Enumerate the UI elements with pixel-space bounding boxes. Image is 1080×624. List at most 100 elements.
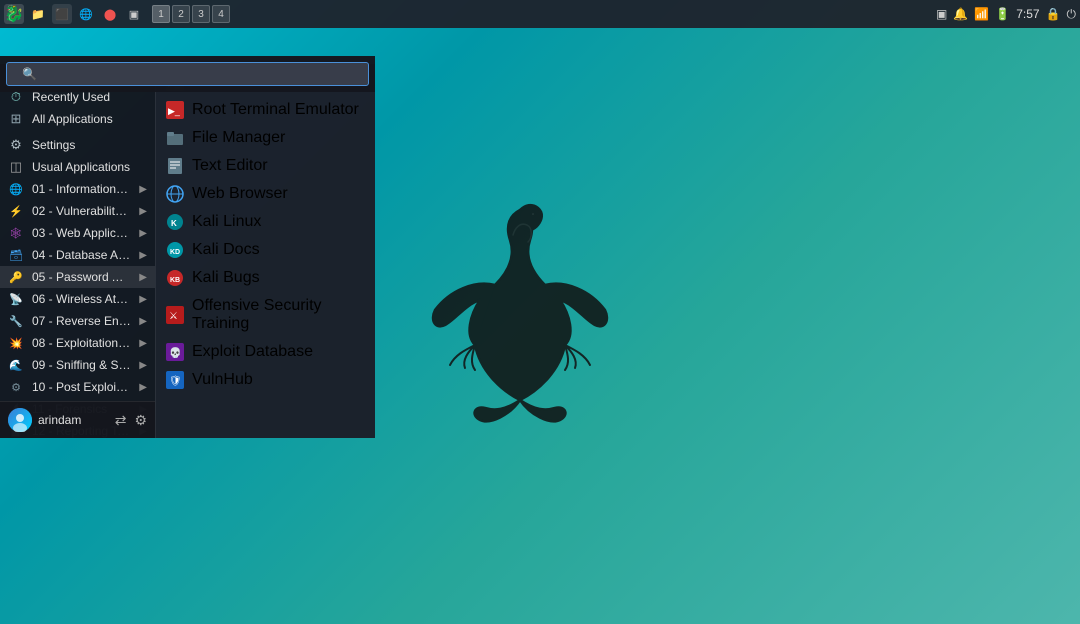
sub-item-offsec-training[interactable]: ⚔ Offensive Security Training (156, 292, 375, 338)
password-label: 05 - Password Attacks (32, 270, 131, 284)
reverse-eng-arrow: ▶ (139, 316, 147, 327)
power-settings-button[interactable]: ⚙ (134, 412, 147, 429)
workspace-3[interactable]: 3 (192, 5, 210, 23)
menu-item-usual-apps[interactable]: ◫ Usual Applications (0, 156, 155, 178)
text-editor-label: Text Editor (192, 157, 268, 175)
bell-taskbar-icon[interactable]: 🔔 (953, 7, 968, 21)
web-browser-label: Web Browser (192, 185, 288, 203)
menu-item-all-applications[interactable]: ⊞ All Applications (0, 108, 155, 130)
svg-text:KD: KD (170, 249, 180, 256)
settings-label: Settings (32, 138, 147, 152)
sub-item-vulnhub[interactable]: 🛡 VulnHub (156, 366, 375, 394)
workspace-switcher: 1 2 3 4 (152, 5, 230, 23)
kali-menu-icon[interactable]: 🐉 (4, 4, 24, 24)
usual-apps-label: Usual Applications (32, 160, 147, 174)
sub-item-file-manager[interactable]: File Manager (156, 124, 375, 152)
menu-footer: arindam ⇄ ⚙ (0, 401, 155, 438)
sub-item-web-browser[interactable]: Web Browser (156, 180, 375, 208)
sub-item-text-editor[interactable]: Text Editor (156, 152, 375, 180)
info-gathering-arrow: ▶ (139, 184, 147, 195)
network-taskbar-icon[interactable]: 📶 (974, 7, 989, 21)
menu-item-wireless[interactable]: 📡 06 - Wireless Attacks ▶ (0, 288, 155, 310)
menu-item-database[interactable]: 🗃 04 - Database Assessment ▶ (0, 244, 155, 266)
display-taskbar-icon[interactable]: ▣ (936, 7, 947, 21)
kali-linux-icon: K (166, 213, 184, 231)
exploit-tools-arrow: ▶ (139, 338, 147, 349)
username-label: arindam (38, 413, 109, 427)
left-panel: ★ Favorites ⏱ Recently Used ⊞ All Applic… (0, 64, 155, 438)
svg-text:⚔: ⚔ (169, 311, 178, 322)
offsec-training-icon: ⚔ (166, 306, 184, 324)
sniffing-label: 09 - Sniffing & Spoofing (32, 358, 131, 372)
usual-apps-icon: ◫ (8, 159, 24, 175)
menu-item-settings[interactable]: ⚙ Settings (0, 134, 155, 156)
wireless-icon: 📡 (8, 291, 24, 307)
info-gathering-label: 01 - Information Gathering (32, 182, 131, 196)
settings-icon: ⚙ (8, 137, 24, 153)
sub-item-root-terminal[interactable]: ▶_ Root Terminal Emulator (156, 96, 375, 124)
web-app-label: 03 - Web Application Analysis (32, 226, 131, 240)
menu-item-password-attacks[interactable]: 🔑 05 - Password Attacks ▶ (0, 266, 155, 288)
switch-user-button[interactable]: ⇄ (115, 412, 127, 429)
footer-actions: ⇄ ⚙ (115, 412, 147, 429)
menu-item-exploit-tools[interactable]: 💥 08 - Exploitation Tools ▶ (0, 332, 155, 354)
taskbar: 🐉 📁 ⬛ 🌐 ⬤ ▣ 1 2 3 4 ▣ 🔔 📶 🔋 7:57 🔒 ⏻ (0, 0, 1080, 28)
menu-item-vuln-analysis[interactable]: ⚡ 02 - Vulnerability Analysis ▶ (0, 200, 155, 222)
web-app-arrow: ▶ (139, 228, 147, 239)
password-icon: 🔑 (8, 269, 24, 285)
kali-docs-label: Kali Docs (192, 241, 260, 259)
vulnhub-label: VulnHub (192, 371, 253, 389)
workspace-4[interactable]: 4 (212, 5, 230, 23)
exploit-tools-label: 08 - Exploitation Tools (32, 336, 131, 350)
clock: 7:57 (1016, 7, 1039, 21)
more-taskbar-icon[interactable]: ▣ (124, 4, 144, 24)
post-exploit-icon: ⚙ (8, 379, 24, 395)
root-terminal-icon: ▶_ (166, 101, 184, 119)
exploit-tools-icon: 💥 (8, 335, 24, 351)
sub-item-kali-bugs[interactable]: KB Kali Bugs (156, 264, 375, 292)
file-manager-taskbar-icon[interactable]: 📁 (28, 4, 48, 24)
web-app-icon: 🕸 (8, 225, 24, 241)
menu-item-info-gathering[interactable]: 🌐 01 - Information Gathering ▶ (0, 178, 155, 200)
vuln-analysis-label: 02 - Vulnerability Analysis (32, 204, 131, 218)
post-exploit-label: 10 - Post Exploitation (32, 380, 131, 394)
root-terminal-label: Root Terminal Emulator (192, 101, 359, 119)
taskbar-right: ▣ 🔔 📶 🔋 7:57 🔒 ⏻ (936, 7, 1076, 22)
menu-item-web-app[interactable]: 🕸 03 - Web Application Analysis ▶ (0, 222, 155, 244)
offsec-training-label: Offensive Security Training (192, 297, 365, 333)
sub-item-exploit-db[interactable]: 💀 Exploit Database (156, 338, 375, 366)
desktop-dragon (420, 200, 620, 440)
post-exploit-arrow: ▶ (139, 382, 147, 393)
wireless-arrow: ▶ (139, 294, 147, 305)
search-icon: 🔍 (22, 67, 37, 81)
svg-text:K: K (171, 219, 177, 228)
terminal-taskbar-icon[interactable]: ⬛ (52, 4, 72, 24)
sub-item-kali-docs[interactable]: KD Kali Docs (156, 236, 375, 264)
workspace-2[interactable]: 2 (172, 5, 190, 23)
wireless-label: 06 - Wireless Attacks (32, 292, 131, 306)
menu-item-reverse-eng[interactable]: 🔧 07 - Reverse Engineering ▶ (0, 310, 155, 332)
file-manager-label: File Manager (192, 129, 285, 147)
lock-taskbar-icon[interactable]: 🔒 (1046, 7, 1061, 21)
search-input[interactable] (6, 62, 369, 86)
workspace-1[interactable]: 1 (152, 5, 170, 23)
all-apps-icon: ⊞ (8, 111, 24, 127)
svg-text:💀: 💀 (169, 346, 181, 359)
kali-taskbar-icon[interactable]: ⬤ (100, 4, 120, 24)
power-taskbar-icon[interactable]: ⏻ (1067, 7, 1077, 22)
info-gathering-icon: 🌐 (8, 181, 24, 197)
web-browser-icon (166, 185, 184, 203)
menu-item-post-exploit[interactable]: ⚙ 10 - Post Exploitation ▶ (0, 376, 155, 398)
menu-item-sniffing[interactable]: 🌊 09 - Sniffing & Spoofing ▶ (0, 354, 155, 376)
search-container: 🔍 (0, 56, 375, 92)
sub-item-kali-linux[interactable]: K Kali Linux (156, 208, 375, 236)
browser-taskbar-icon[interactable]: 🌐 (76, 4, 96, 24)
vuln-analysis-arrow: ▶ (139, 206, 147, 217)
sniffing-arrow: ▶ (139, 360, 147, 371)
battery-taskbar-icon[interactable]: 🔋 (995, 7, 1010, 21)
all-apps-label: All Applications (32, 112, 147, 126)
right-panel: ▶_ Terminal Emulator ▶_ Root Terminal Em… (155, 64, 375, 438)
database-icon: 🗃 (8, 247, 24, 263)
password-arrow: ▶ (139, 272, 147, 283)
sniffing-icon: 🌊 (8, 357, 24, 373)
